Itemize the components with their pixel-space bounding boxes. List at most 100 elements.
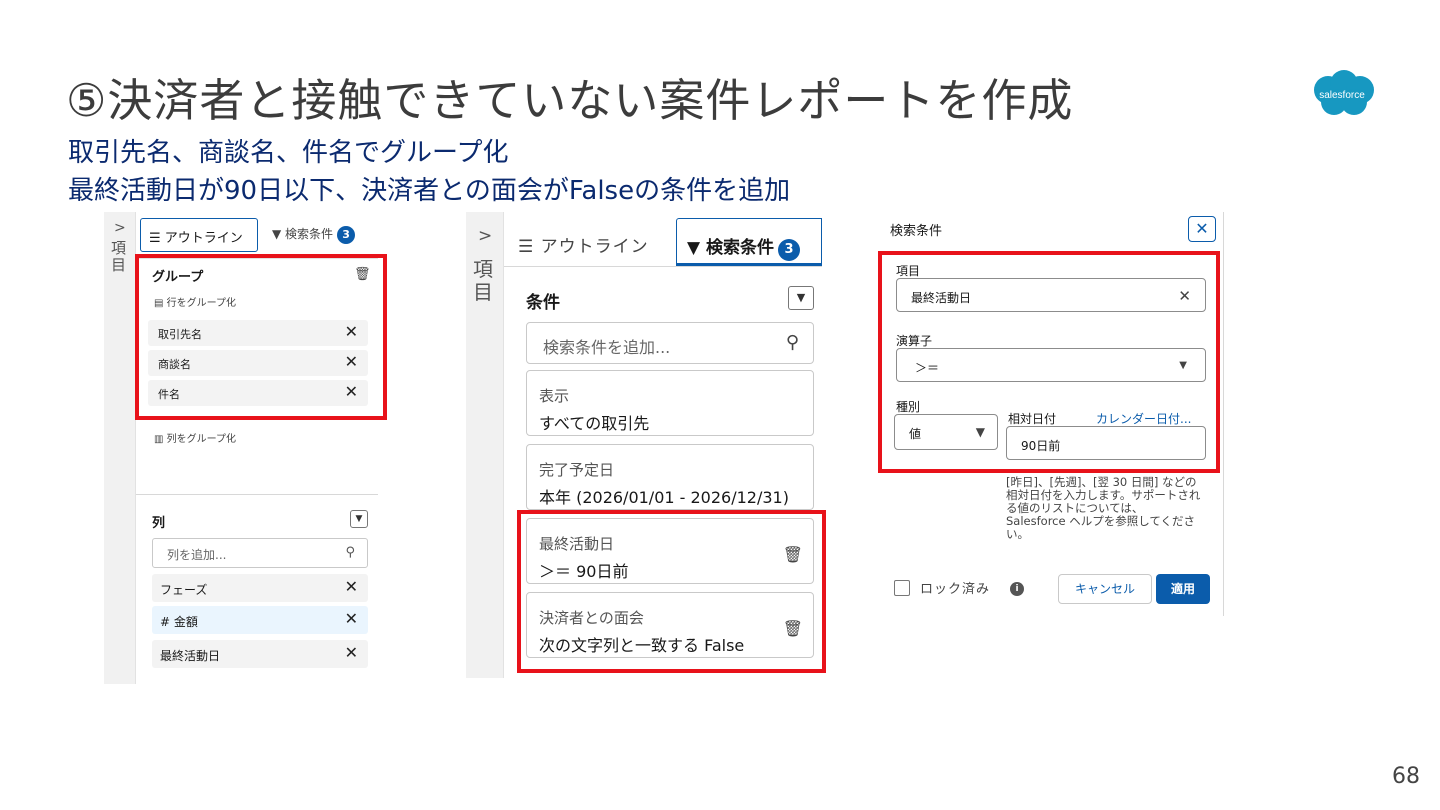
lock-checkbox[interactable]: [894, 580, 910, 596]
chevron-down-icon: ▼: [975, 425, 985, 439]
filter-card-label: 完了予定日: [539, 461, 615, 479]
filter-card-label: 決済者との面会: [539, 609, 644, 627]
close-button[interactable]: ✕: [1188, 216, 1216, 242]
fields-rail[interactable]: > 項目: [466, 212, 504, 678]
group-chip[interactable]: 商談名 ✕: [148, 350, 368, 376]
chevron-right-icon[interactable]: >: [114, 220, 126, 236]
group-rows-label: ▤ 行をグループ化: [154, 294, 236, 309]
tab-filters[interactable]: ▼ 検索条件 3: [272, 225, 356, 244]
filter-card-label: 表示: [539, 387, 570, 405]
field-label: 項目: [896, 264, 921, 278]
remove-icon[interactable]: ✕: [345, 322, 358, 341]
slide-title: ⑤決済者と接触できていない案件レポートを作成: [66, 74, 1074, 127]
info-icon[interactable]: i: [1010, 582, 1024, 596]
close-icon: ✕: [1195, 219, 1209, 238]
lock-label: ロック済み: [920, 582, 991, 597]
filter-card-value: 次の文字列と一致する False: [539, 636, 745, 655]
group-chip[interactable]: 件名 ✕: [148, 380, 368, 406]
slide-subtitle-grouping: 取引先名、商談名、件名でグループ化: [68, 138, 509, 168]
outline-panel: > 項目 ☰ アウトライン ▼ 検索条件 3 グループ 🗑 ▤ 行をグループ化 取…: [104, 212, 378, 684]
logo-text: salesforce: [1319, 90, 1365, 101]
group-chip[interactable]: 取引先名 ✕: [148, 320, 368, 346]
column-chip-label: フェーズ: [160, 583, 208, 597]
tab-filters-label: ▼ 検索条件: [687, 238, 774, 258]
filter-card-label: 最終活動日: [539, 535, 615, 553]
tab-outline[interactable]: ☰ アウトライン: [140, 218, 258, 257]
salesforce-logo: salesforce: [1314, 70, 1374, 115]
clear-icon[interactable]: ✕: [1178, 287, 1191, 305]
slide-subtitle-filters: 最終活動日が90日以下、決済者との面会がFalseの条件を追加: [68, 176, 791, 206]
group-heading: グループ: [152, 270, 204, 285]
row-group-icon: ▤: [154, 298, 167, 309]
relative-date-value: 90日前: [1021, 439, 1061, 453]
tab-filters-label: ▼ 検索条件: [272, 227, 334, 241]
filter-card-value: ＞＝ 90日前: [539, 562, 629, 581]
tab-filters[interactable]: ▼ 検索条件 3: [676, 218, 822, 266]
column-chip-label: 最終活動日: [160, 649, 221, 663]
filter-editor-title: 検索条件: [890, 224, 943, 239]
column-search-input[interactable]: 列を追加... ⚲: [152, 538, 368, 568]
field-value: 最終活動日: [911, 291, 972, 305]
remove-icon[interactable]: ✕: [345, 382, 358, 401]
filter-search-input[interactable]: 検索条件を追加... ⚲: [526, 322, 814, 364]
group-columns-text: 列をグループ化: [166, 434, 237, 445]
filter-search-placeholder: 検索条件を追加...: [543, 338, 671, 357]
column-chip[interactable]: 最終活動日 ✕: [152, 640, 368, 668]
filter-editor-panel: 検索条件 ✕ 項目 最終活動日 ✕ 演算子 ＞＝ ▼ 種別 値 ▼ 相対日付 カ…: [882, 212, 1224, 616]
column-group-icon: ▥: [154, 434, 167, 445]
group-chip-label: 取引先名: [158, 328, 202, 341]
group-chip-label: 商談名: [158, 358, 191, 371]
column-chip-label: # 金額: [160, 615, 198, 629]
column-chip[interactable]: # 金額 ✕: [152, 606, 368, 634]
column-chip[interactable]: フェーズ ✕: [152, 574, 368, 602]
group-rows-text: 行をグループ化: [166, 298, 237, 309]
relative-date-input[interactable]: 90日前: [1006, 426, 1206, 460]
divider: [136, 258, 378, 259]
chevron-right-icon[interactable]: >: [478, 226, 492, 246]
chevron-down-icon[interactable]: ▼: [350, 510, 368, 528]
relative-date-label: 相対日付: [1008, 412, 1057, 426]
remove-icon[interactable]: ✕: [345, 352, 358, 371]
search-icon: ⚲: [785, 332, 799, 353]
tab-outline[interactable]: ☰ アウトライン: [518, 232, 649, 257]
remove-icon[interactable]: ✕: [345, 577, 358, 596]
chevron-down-icon[interactable]: ▼: [788, 286, 814, 310]
apply-button[interactable]: 適用: [1156, 574, 1210, 604]
group-columns-label: ▥ 列をグループ化: [154, 430, 236, 445]
filter-card-value: すべての取引先: [539, 414, 650, 433]
calendar-date-link[interactable]: カレンダー日付...: [1096, 410, 1191, 427]
trash-icon[interactable]: 🗑: [783, 619, 803, 638]
filter-count-badge: 3: [337, 226, 356, 244]
relative-date-help: [昨日]、[先週]、[翌 30 日間] などの相対日付を入力します。サポートされ…: [1006, 475, 1201, 541]
type-select[interactable]: 値 ▼: [894, 414, 998, 450]
column-search-placeholder: 列を追加...: [167, 548, 227, 562]
filter-card[interactable]: 表示 すべての取引先: [526, 370, 814, 436]
filter-card[interactable]: 決済者との面会 次の文字列と一致する False 🗑: [526, 592, 814, 658]
fields-rail[interactable]: > 項目: [104, 212, 136, 684]
filter-card[interactable]: 最終活動日 ＞＝ 90日前 🗑: [526, 518, 814, 584]
search-icon: ⚲: [345, 545, 355, 560]
trash-icon[interactable]: 🗑: [783, 545, 803, 564]
trash-icon[interactable]: 🗑: [354, 267, 371, 282]
chevron-down-icon: ▼: [1179, 360, 1187, 371]
filter-card-value: 本年 (2026/01/01 - 2026/12/31): [539, 488, 789, 507]
page-number: 68: [1392, 764, 1420, 789]
remove-icon[interactable]: ✕: [345, 643, 358, 662]
fields-rail-label: 項目: [473, 257, 493, 304]
filter-card[interactable]: 完了予定日 本年 (2026/01/01 - 2026/12/31): [526, 444, 814, 510]
operator-value: ＞＝: [915, 361, 940, 375]
field-selector[interactable]: 最終活動日 ✕: [896, 278, 1206, 312]
type-label: 種別: [896, 400, 921, 414]
filters-heading: 条件: [526, 293, 560, 313]
divider: [136, 494, 378, 495]
cancel-button[interactable]: キャンセル: [1058, 574, 1152, 604]
operator-select[interactable]: ＞＝ ▼: [896, 348, 1206, 382]
type-value: 値: [909, 427, 922, 441]
columns-heading: 列: [152, 516, 166, 531]
group-chip-label: 件名: [158, 388, 180, 401]
fields-rail-label: 項目: [111, 239, 127, 274]
filters-panel: > 項目 ☰ アウトライン ▼ 検索条件 3 条件 ▼ 検索条件を追加... ⚲ 表…: [466, 212, 822, 678]
remove-icon[interactable]: ✕: [345, 609, 358, 628]
tab-underline: [504, 266, 822, 267]
operator-label: 演算子: [896, 334, 933, 348]
